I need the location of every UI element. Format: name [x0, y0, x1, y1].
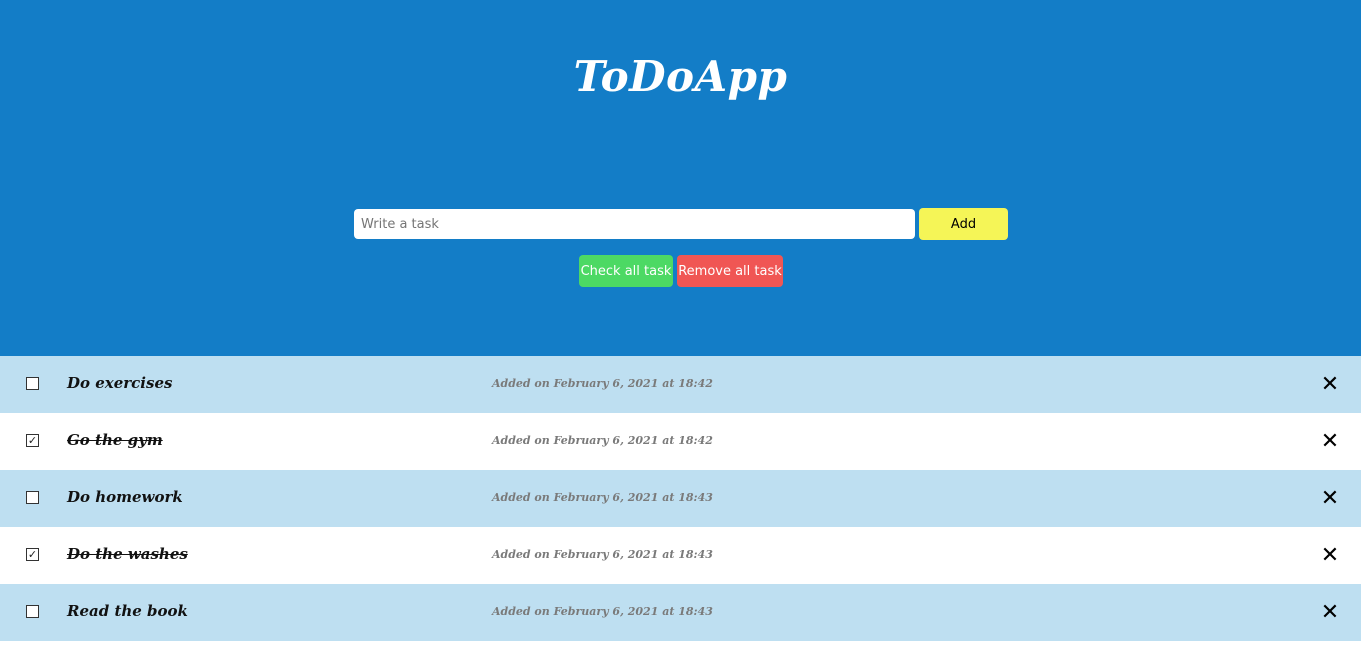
task-checkbox[interactable] [26, 605, 39, 618]
task-date: Added on February 6, 2021 at 18:43 [492, 605, 713, 618]
close-icon[interactable]: ✕ [1318, 486, 1342, 511]
task-date: Added on February 6, 2021 at 18:43 [492, 548, 713, 561]
task-checkbox[interactable] [26, 491, 39, 504]
remove-all-button[interactable]: Remove all task [677, 255, 783, 287]
task-date: Added on February 6, 2021 at 18:43 [492, 491, 713, 504]
task-row: Do homework Added on February 6, 2021 at… [0, 470, 1361, 527]
task-checkbox[interactable]: ✓ [26, 434, 39, 447]
app-header: ToDoApp Add Check all task Remove all ta… [0, 0, 1361, 356]
close-icon[interactable]: ✕ [1318, 600, 1342, 625]
task-row: ✓ Go the gym Added on February 6, 2021 a… [0, 413, 1361, 470]
check-all-button[interactable]: Check all task [579, 255, 673, 287]
check-icon: ✓ [27, 434, 38, 447]
task-row: Do exercises Added on February 6, 2021 a… [0, 356, 1361, 413]
task-row: ✓ Do the washes Added on February 6, 202… [0, 527, 1361, 584]
task-text: Go the gym [67, 431, 163, 449]
task-date: Added on February 6, 2021 at 18:42 [492, 377, 713, 390]
task-text: Do exercises [67, 374, 173, 392]
close-icon[interactable]: ✕ [1318, 429, 1342, 454]
add-button[interactable]: Add [919, 208, 1008, 240]
app-title: ToDoApp [573, 52, 788, 101]
task-text: Do the washes [67, 545, 188, 563]
task-date: Added on February 6, 2021 at 18:42 [492, 434, 713, 447]
task-input[interactable] [354, 209, 915, 239]
task-text: Read the book [67, 602, 188, 620]
task-text: Do homework [67, 488, 183, 506]
task-row: Read the book Added on February 6, 2021 … [0, 584, 1361, 641]
check-icon: ✓ [27, 548, 38, 561]
task-checkbox[interactable] [26, 377, 39, 390]
close-icon[interactable]: ✕ [1318, 372, 1342, 397]
task-list: Do exercises Added on February 6, 2021 a… [0, 356, 1361, 641]
close-icon[interactable]: ✕ [1318, 543, 1342, 568]
task-checkbox[interactable]: ✓ [26, 548, 39, 561]
